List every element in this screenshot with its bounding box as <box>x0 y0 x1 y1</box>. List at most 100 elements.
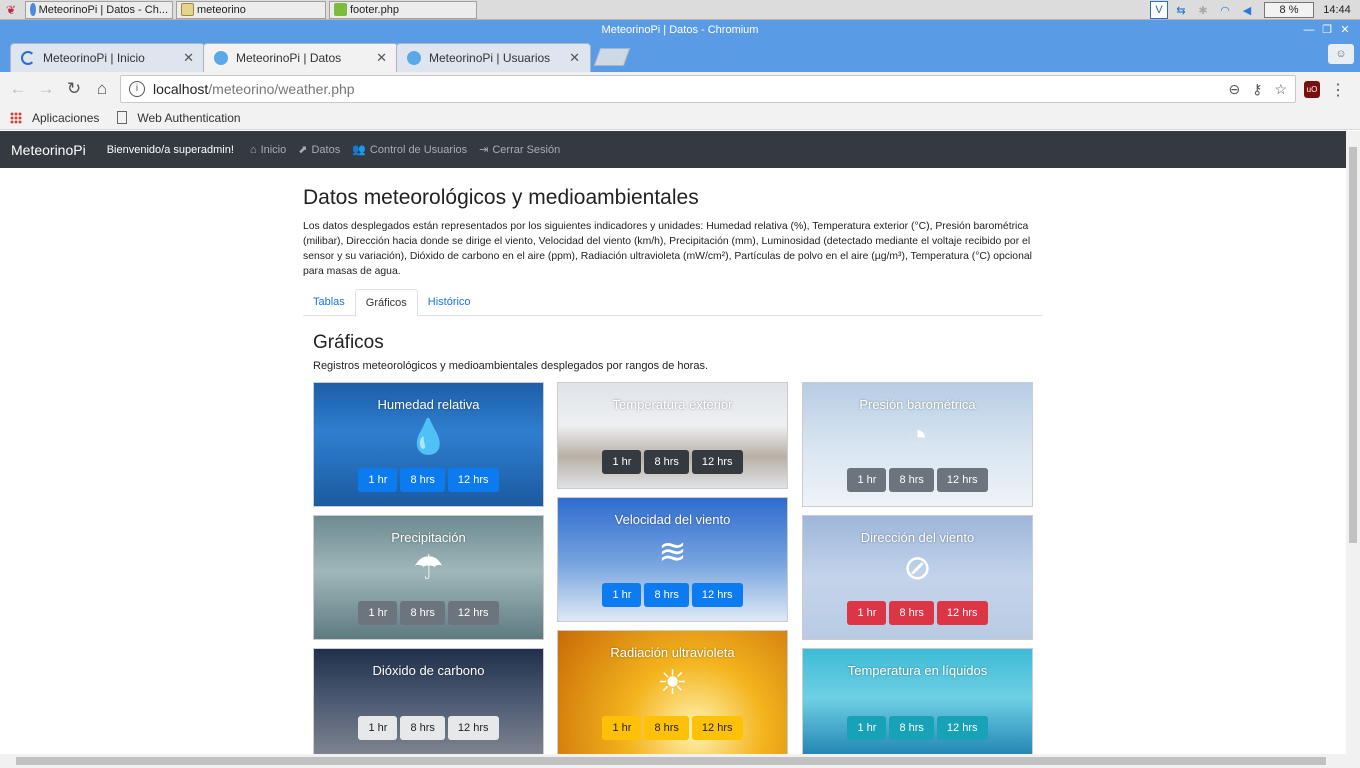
nav-logout[interactable]: ⇥ Cerrar Sesión <box>479 143 561 157</box>
taskbar-task-browser[interactable]: MeteorinoPi | Datos - Ch... <box>25 0 173 19</box>
btn-12hrs[interactable]: 12 hrs <box>691 583 743 607</box>
folder-icon <box>181 3 194 16</box>
toolbar: ← → ↻ ⌂ i localhost /meteorino/weather.p… <box>0 72 1360 106</box>
btn-1hr[interactable]: 1 hr <box>602 583 642 607</box>
new-tab-button[interactable] <box>593 48 631 66</box>
cloud-favicon-icon <box>407 51 421 65</box>
btn-12hrs[interactable]: 12 hrs <box>936 468 988 492</box>
btn-12hrs[interactable]: 12 hrs <box>691 716 743 740</box>
tab-historico[interactable]: Histórico <box>418 289 481 315</box>
nav-datos[interactable]: ⬈ Datos <box>298 143 340 157</box>
taskbar-task-label: MeteorinoPi | Datos - Ch... <box>38 3 168 16</box>
cloud-favicon-icon <box>214 51 228 65</box>
btn-12hrs[interactable]: 12 hrs <box>936 601 988 625</box>
vnc-icon[interactable]: V <box>1150 1 1168 19</box>
btn-8hrs[interactable]: 8 hrs <box>400 468 445 492</box>
btn-1hr[interactable]: 1 hr <box>358 716 398 740</box>
btn-1hr[interactable]: 1 hr <box>847 716 887 740</box>
btn-12hrs[interactable]: 12 hrs <box>936 716 988 740</box>
btn-1hr[interactable]: 1 hr <box>602 716 642 740</box>
address-bar[interactable]: i localhost /meteorino/weather.php ⊖ ⚷ ☆ <box>120 75 1296 103</box>
apps-grid-icon <box>10 111 22 124</box>
page-viewport: MeteorinoPi Bienvenido/a superadmin! ⌂ In… <box>0 131 1346 754</box>
taskbar-task-label: meteorino <box>197 3 246 16</box>
horizontal-scrollbar[interactable] <box>0 754 1360 768</box>
forward-icon[interactable]: → <box>32 79 60 99</box>
close-icon[interactable]: ✕ <box>376 50 387 66</box>
taskbar-task-editor[interactable]: footer.php <box>329 0 477 19</box>
users-icon: 👥 <box>352 144 366 156</box>
close-icon[interactable]: ✕ <box>569 50 580 66</box>
nav-inicio[interactable]: ⌂ Inicio <box>250 144 286 156</box>
btn-8hrs[interactable]: 8 hrs <box>644 716 689 740</box>
scroll-thumb[interactable] <box>16 757 1326 765</box>
wifi-icon[interactable]: ◠ <box>1216 1 1234 19</box>
btn-8hrs[interactable]: 8 hrs <box>889 716 934 740</box>
window-title: MeteorinoPi | Datos - Chromium <box>601 24 759 36</box>
tab-graficos[interactable]: Gráficos <box>354 289 418 317</box>
btn-8hrs[interactable]: 8 hrs <box>644 450 689 474</box>
nav-label: Cerrar Sesión <box>492 143 561 156</box>
ublock-icon[interactable]: uO <box>1304 81 1320 98</box>
maximize-icon[interactable]: ❐ <box>1318 20 1336 40</box>
taskbar-task-folder[interactable]: meteorino <box>176 0 326 19</box>
teamviewer-icon[interactable]: ⇆ <box>1172 1 1190 19</box>
tab-datos[interactable]: MeteorinoPi | Datos ✕ <box>203 43 398 72</box>
btn-8hrs[interactable]: 8 hrs <box>889 601 934 625</box>
card-precipitacion: Precipitación ☂ 1 hr 8 hrs 12 hrs <box>313 515 544 640</box>
reload-icon[interactable]: ↻ <box>60 79 88 99</box>
btn-1hr[interactable]: 1 hr <box>847 468 887 492</box>
tab-tablas[interactable]: Tablas <box>303 289 355 315</box>
page-icon <box>117 111 128 124</box>
brand-link[interactable]: MeteorinoPi <box>11 142 86 158</box>
btn-12hrs[interactable]: 12 hrs <box>691 450 743 474</box>
cpu-monitor: 8 % <box>1264 2 1314 18</box>
volume-icon[interactable]: ◀ <box>1238 1 1256 19</box>
card-dioxido-carbono: Dióxido de carbono 1 hr 8 hrs 12 hrs <box>313 648 544 754</box>
back-icon[interactable]: ← <box>4 79 32 99</box>
card-title: Temperatura en líquidos <box>847 663 988 678</box>
btn-12hrs[interactable]: 12 hrs <box>447 468 499 492</box>
close-window-icon[interactable]: ✕ <box>1336 20 1354 40</box>
bookmark-web-auth[interactable]: Web Authentication <box>117 111 241 125</box>
star-icon[interactable]: ☆ <box>1274 81 1287 98</box>
sign-out-icon: ⇥ <box>479 144 489 156</box>
os-taskbar: ❦ MeteorinoPi | Datos - Ch... meteorino … <box>0 0 1360 20</box>
card-humedad: Humedad relativa 💧 1 hr 8 hrs 12 hrs <box>313 382 544 507</box>
menu-icon[interactable]: ⋮ <box>1330 80 1346 100</box>
btn-8hrs[interactable]: 8 hrs <box>644 583 689 607</box>
umbrella-icon: ☂ <box>413 549 444 587</box>
raspberry-menu-icon[interactable]: ❦ <box>0 0 22 20</box>
home-icon[interactable]: ⌂ <box>88 79 116 99</box>
card-title: Precipitación <box>391 530 466 545</box>
tab-inicio[interactable]: MeteorinoPi | Inicio ✕ <box>10 43 205 72</box>
nav-usuarios[interactable]: 👥 Control de Usuarios <box>352 143 467 157</box>
info-icon[interactable]: i <box>129 81 145 97</box>
btn-8hrs[interactable]: 8 hrs <box>400 601 445 625</box>
scroll-thumb[interactable] <box>1349 147 1357 543</box>
leaf-icon <box>334 3 347 16</box>
close-icon[interactable]: ✕ <box>183 50 194 66</box>
btn-8hrs[interactable]: 8 hrs <box>889 468 934 492</box>
home-icon: ⌂ <box>249 143 257 156</box>
btn-1hr[interactable]: 1 hr <box>358 601 398 625</box>
btn-12hrs[interactable]: 12 hrs <box>447 716 499 740</box>
minimize-icon[interactable]: — <box>1300 20 1318 40</box>
zoom-icon[interactable]: ⊖ <box>1228 81 1240 98</box>
btn-12hrs[interactable]: 12 hrs <box>447 601 499 625</box>
bluetooth-icon[interactable]: ✱ <box>1194 1 1212 19</box>
card-title: Radiación ultravioleta <box>610 645 735 660</box>
tab-usuarios[interactable]: MeteorinoPi | Usuarios ✕ <box>396 43 591 72</box>
vertical-scrollbar[interactable] <box>1346 131 1360 754</box>
loading-spinner-icon <box>21 51 35 65</box>
btn-8hrs[interactable]: 8 hrs <box>400 716 445 740</box>
btn-1hr[interactable]: 1 hr <box>847 601 887 625</box>
btn-1hr[interactable]: 1 hr <box>602 450 642 474</box>
card-title: Velocidad del viento <box>614 512 731 527</box>
btn-1hr[interactable]: 1 hr <box>358 468 398 492</box>
profile-icon[interactable]: ☺ <box>1328 44 1354 64</box>
bookmark-apps[interactable]: Aplicaciones <box>10 111 99 125</box>
intro-text: Los datos desplegados están representado… <box>303 221 1032 277</box>
key-icon[interactable]: ⚷ <box>1252 81 1262 98</box>
bookmarks-bar: Aplicaciones Web Authentication <box>0 106 1360 130</box>
